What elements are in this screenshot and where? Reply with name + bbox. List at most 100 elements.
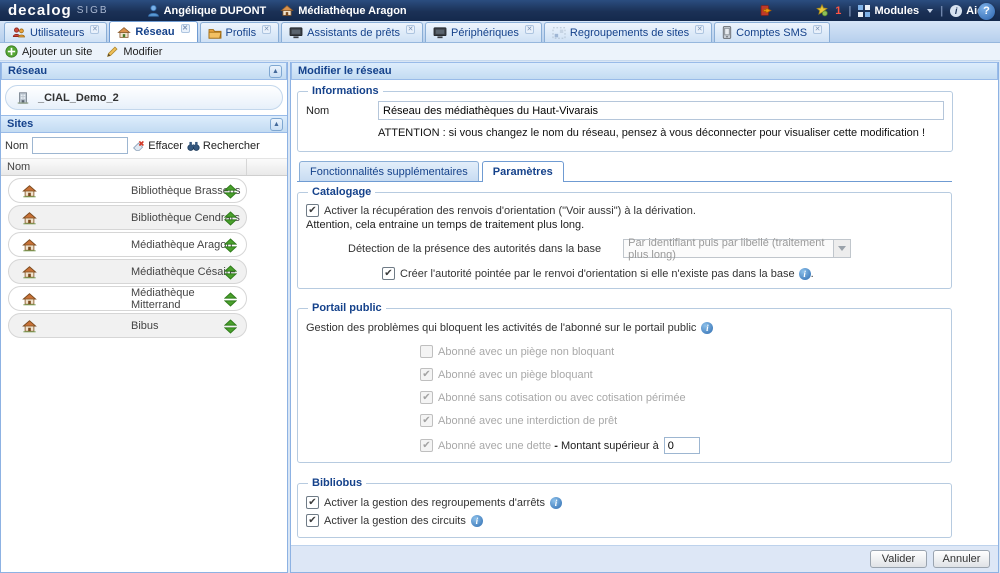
bibliobus-fieldset: Bibliobus Activer la gestion des regroup… <box>297 477 952 538</box>
creer-autorite-checkbox[interactable] <box>382 267 395 280</box>
montant-input[interactable] <box>664 437 700 454</box>
valider-button[interactable]: Valider <box>870 550 927 568</box>
circuits-checkbox[interactable] <box>306 514 319 527</box>
regroupements-arrets-checkbox[interactable] <box>306 496 319 509</box>
site-search-input[interactable] <box>32 137 128 154</box>
sidebar: Réseau ▲ _CIAL_Demo_2 Sites ▲ Nom Efface… <box>0 62 288 573</box>
house-icon <box>22 211 37 225</box>
catalogage-legend: Catalogage <box>308 186 375 198</box>
info-icon[interactable]: i <box>471 515 483 527</box>
site-row[interactable]: Médiathèque Césaire <box>8 259 247 284</box>
close-icon[interactable]: ✕ <box>90 25 99 34</box>
house-icon <box>22 238 37 252</box>
close-icon[interactable]: ✕ <box>695 25 704 34</box>
terminal-icon <box>289 27 303 39</box>
module-tab-bar: Utilisateurs ✕ Réseau ✕ Profils ✕ Assist… <box>0 21 1000 43</box>
settings-tab-strip: Fonctionnalités supplémentaires Paramètr… <box>297 161 952 182</box>
house-icon <box>22 292 37 306</box>
column-divider <box>246 159 247 175</box>
help-button[interactable]: ? <box>978 3 995 20</box>
action-toolbar: Ajouter un site Modifier <box>0 43 1000 61</box>
folder-icon <box>208 27 222 39</box>
piege-non-bloquant-checkbox <box>420 345 433 358</box>
top-navbar: decalog SIGB Angélique DUPONT Médiathèqu… <box>0 0 1000 21</box>
nom-field-label: Nom <box>306 105 378 117</box>
modify-button[interactable]: Modifier <box>106 45 162 58</box>
eraser-icon <box>132 139 145 152</box>
sites-column-header[interactable]: Nom <box>1 159 287 176</box>
tab-assistants-de-prets[interactable]: Assistants de prêts ✕ <box>281 22 423 42</box>
close-icon[interactable]: ✕ <box>262 25 271 34</box>
modules-menu[interactable]: Modules <box>858 5 933 17</box>
informations-legend: Informations <box>308 85 383 97</box>
collapse-icon[interactable]: ▲ <box>270 118 283 131</box>
sort-arrows-icon[interactable] <box>224 211 237 226</box>
current-user[interactable]: Angélique DUPONT <box>147 4 267 17</box>
house-icon <box>22 184 37 198</box>
sort-arrows-icon[interactable] <box>224 265 237 280</box>
detection-select: Par identifiant puis par libellé (traite… <box>623 239 851 258</box>
users-icon <box>12 26 26 39</box>
house-icon <box>22 319 37 333</box>
tab-regroupements-de-sites[interactable]: Regroupements de sites ✕ <box>544 22 712 42</box>
close-icon[interactable]: ✕ <box>406 25 415 34</box>
tab-parametres[interactable]: Paramètres <box>482 161 564 182</box>
house-icon <box>22 265 37 279</box>
notification-count: 1 <box>835 5 841 17</box>
portail-legend: Portail public <box>308 302 386 314</box>
renvois-checkbox[interactable] <box>306 204 319 217</box>
sites-group-icon <box>552 27 566 39</box>
add-site-button[interactable]: Ajouter un site <box>5 45 92 58</box>
creer-autorite-label: Créer l'autorité pointée par le renvoi d… <box>400 268 795 280</box>
site-row[interactable]: Bibliothèque Cendrars <box>8 205 247 230</box>
pencil-icon <box>106 45 119 58</box>
tab-profils[interactable]: Profils ✕ <box>200 22 280 42</box>
collapse-icon[interactable]: ▲ <box>269 65 282 78</box>
app-logo-suffix: SIGB <box>77 5 109 16</box>
close-icon[interactable]: ✕ <box>525 25 534 34</box>
clear-search-button[interactable]: Effacer <box>132 139 183 152</box>
notifications-indicator[interactable]: 1 <box>815 4 841 17</box>
sort-arrows-icon[interactable] <box>224 184 237 199</box>
aide-info-icon: i <box>950 5 962 17</box>
sort-arrows-icon[interactable] <box>224 319 237 334</box>
users-star-icon <box>815 4 829 17</box>
topbar-separator: | <box>848 5 851 17</box>
informations-fieldset: Informations Nom ATTENTION : si vous cha… <box>297 85 953 152</box>
renvois-label: Activer la récupération des renvois d'or… <box>324 205 696 217</box>
network-name-input[interactable] <box>378 101 944 120</box>
catalogage-fieldset: Catalogage Activer la récupération des r… <box>297 186 952 289</box>
tab-utilisateurs[interactable]: Utilisateurs ✕ <box>4 22 107 42</box>
dette-checkbox <box>420 439 433 452</box>
sort-arrows-icon[interactable] <box>224 292 237 307</box>
sites-panel-header[interactable]: Sites ▲ <box>1 115 287 133</box>
logout-icon[interactable] <box>759 4 773 17</box>
info-icon[interactable]: i <box>701 322 713 334</box>
current-site[interactable]: Médiathèque Aragon <box>280 4 406 17</box>
plus-icon <box>5 45 18 58</box>
topbar-separator2: | <box>940 5 943 17</box>
search-button[interactable]: Rechercher <box>187 140 260 152</box>
site-row[interactable]: Bibliothèque Brassens <box>8 178 247 203</box>
reseau-panel-header[interactable]: Réseau ▲ <box>1 62 287 80</box>
tab-reseau[interactable]: Réseau ✕ <box>109 21 197 42</box>
site-row[interactable]: Bibus <box>8 313 247 338</box>
piege-bloquant-checkbox <box>420 368 433 381</box>
close-icon[interactable]: ✕ <box>181 24 190 33</box>
home-icon <box>280 4 294 17</box>
attention-note: ATTENTION : si vous changez le nom du ré… <box>378 127 944 139</box>
sans-cotisation-checkbox <box>420 391 433 404</box>
annuler-button[interactable]: Annuler <box>933 550 990 568</box>
close-icon[interactable]: ✕ <box>813 25 822 34</box>
home-icon <box>117 26 131 39</box>
main-panel: Modifier le réseau Informations Nom ATTE… <box>290 62 999 573</box>
tab-fonctionnalites-supplementaires[interactable]: Fonctionnalités supplémentaires <box>299 161 479 181</box>
site-row[interactable]: Médiathèque Aragon <box>8 232 247 257</box>
tab-comptes-sms[interactable]: Comptes SMS ✕ <box>714 22 830 42</box>
tab-peripheriques[interactable]: Périphériques ✕ <box>425 22 542 42</box>
sort-arrows-icon[interactable] <box>224 238 237 253</box>
network-list-item[interactable]: _CIAL_Demo_2 <box>5 85 283 110</box>
info-icon[interactable]: i <box>799 268 811 280</box>
site-row[interactable]: Médiathèque Mitterrand <box>8 286 247 311</box>
info-icon[interactable]: i <box>550 497 562 509</box>
